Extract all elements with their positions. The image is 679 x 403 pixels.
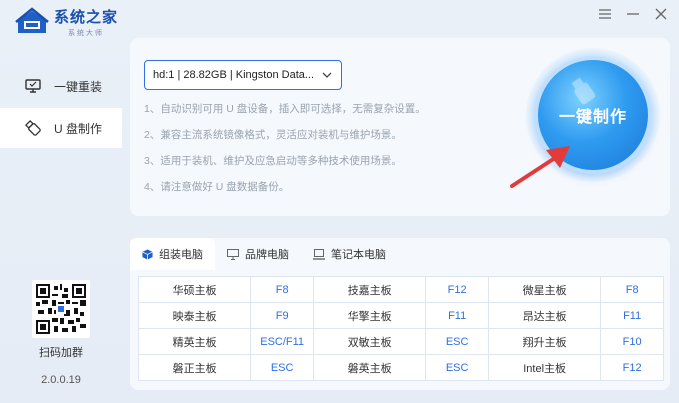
- close-icon[interactable]: [653, 6, 669, 22]
- tip-item: 2、兼容主流系统镜像格式，灵活应对装机与维护场景。: [144, 129, 402, 141]
- table-row: 华硕主板 F8 技嘉主板 F12 微星主板 F8: [137, 276, 664, 303]
- brand-cell: 技嘉主板: [313, 276, 427, 303]
- sidebar-item-label: 一键重装: [54, 79, 103, 94]
- app-window: 系统之家 系统大师 一键重装 U 盘制作 扫码加群 2.0.0.19 hd:1 …: [0, 0, 679, 403]
- sidebar: 系统之家 系统大师 一键重装 U 盘制作 扫码加群 2.0.0.19: [0, 0, 122, 403]
- table-row: 精英主板 ESC/F11 双敏主板 ESC 翔升主板 F10: [137, 328, 664, 355]
- tab-brand-pc[interactable]: 品牌电脑: [215, 238, 301, 270]
- tip-item: 4、请注意做好 U 盘数据备份。: [144, 181, 290, 193]
- brand-cell: 磐英主板: [313, 354, 427, 381]
- key-cell: ESC/F11: [250, 328, 315, 355]
- sidebar-item-usb-maker[interactable]: U 盘制作: [0, 108, 122, 148]
- qr-label: 扫码加群: [39, 347, 83, 359]
- tip-item: 3、适用于装机、维护及应急启动等多种技术使用场景。: [144, 155, 402, 167]
- key-cell: F10: [600, 328, 664, 355]
- logo-icon: [14, 7, 50, 37]
- key-cell: ESC: [250, 354, 315, 381]
- hotkey-panel: 组装电脑 品牌电脑 笔记本电脑 华硕主板 F8 技嘉主板 F12 微星主板 F8…: [130, 238, 670, 390]
- tip-item: 1、自动识别可用 U 盘设备，插入即可选择，无需复杂设置。: [144, 103, 426, 115]
- logo: 系统之家 系统大师: [14, 6, 118, 38]
- key-cell: ESC: [425, 354, 489, 381]
- chevron-down-icon: [321, 69, 333, 81]
- pointer-arrow-icon: [506, 142, 576, 195]
- minimize-icon[interactable]: [625, 6, 641, 22]
- key-cell: F11: [425, 302, 489, 329]
- usb-icon: [24, 120, 42, 136]
- logo-subtitle: 系统大师: [68, 30, 104, 37]
- brand-cell: 华硕主板: [137, 276, 252, 303]
- menu-icon[interactable]: [597, 6, 613, 22]
- key-cell: F11: [600, 302, 664, 329]
- tab-assembled-pc[interactable]: 组装电脑: [130, 238, 215, 270]
- version-label: 2.0.0.19: [41, 374, 81, 386]
- table-row: 磐正主板 ESC 磐英主板 ESC Intel主板 F12: [137, 354, 664, 381]
- qr-group: 扫码加群: [32, 280, 90, 360]
- usb-maker-panel: hd:1 | 28.82GB | Kingston Data... 1、自动识别…: [130, 38, 670, 216]
- key-cell: ESC: [425, 328, 489, 355]
- brand-cell: Intel主板: [487, 354, 602, 381]
- sidebar-item-reinstall[interactable]: 一键重装: [0, 66, 122, 106]
- monitor-icon: [24, 78, 42, 94]
- sidebar-nav: 一键重装 U 盘制作: [0, 66, 122, 148]
- tab-label: 组装电脑: [159, 249, 203, 261]
- make-usb-button-label: 一键制作: [558, 109, 627, 126]
- table-row: 映泰主板 F9 华擎主板 F11 昂达主板 F11: [137, 302, 664, 329]
- tips-list: 1、自动识别可用 U 盘设备，插入即可选择，无需复杂设置。 2、兼容主流系统镜像…: [144, 102, 426, 206]
- brand-cell: 昂达主板: [487, 302, 602, 329]
- brand-cell: 磐正主板: [137, 354, 252, 381]
- tab-label: 笔记本电脑: [331, 249, 386, 261]
- device-select[interactable]: hd:1 | 28.82GB | Kingston Data...: [144, 60, 342, 90]
- device-select-value: hd:1 | 28.82GB | Kingston Data...: [153, 69, 315, 81]
- key-cell: F9: [250, 302, 315, 329]
- sidebar-item-label: U 盘制作: [54, 121, 103, 136]
- key-cell: F8: [600, 276, 664, 303]
- brand-cell: 微星主板: [487, 276, 602, 303]
- brand-cell: 华擎主板: [313, 302, 427, 329]
- logo-title: 系统之家: [54, 9, 119, 26]
- window-controls: [597, 6, 669, 22]
- brand-cell: 翔升主板: [487, 328, 602, 355]
- qr-code: [32, 280, 90, 338]
- key-cell: F12: [425, 276, 489, 303]
- laptop-icon: [313, 248, 325, 260]
- tab-laptop[interactable]: 笔记本电脑: [301, 238, 398, 270]
- hotkey-table: 华硕主板 F8 技嘉主板 F12 微星主板 F8 映泰主板 F9 华擎主板 F1…: [137, 276, 664, 381]
- key-cell: F12: [600, 354, 664, 381]
- brand-cell: 双敏主板: [313, 328, 427, 355]
- brand-cell: 精英主板: [137, 328, 252, 355]
- brand-cell: 映泰主板: [137, 302, 252, 329]
- cube-icon: [142, 248, 153, 260]
- desktop-icon: [227, 248, 239, 260]
- hotkey-tabs: 组装电脑 品牌电脑 笔记本电脑: [130, 238, 398, 270]
- key-cell: F8: [250, 276, 315, 303]
- tab-label: 品牌电脑: [245, 249, 289, 261]
